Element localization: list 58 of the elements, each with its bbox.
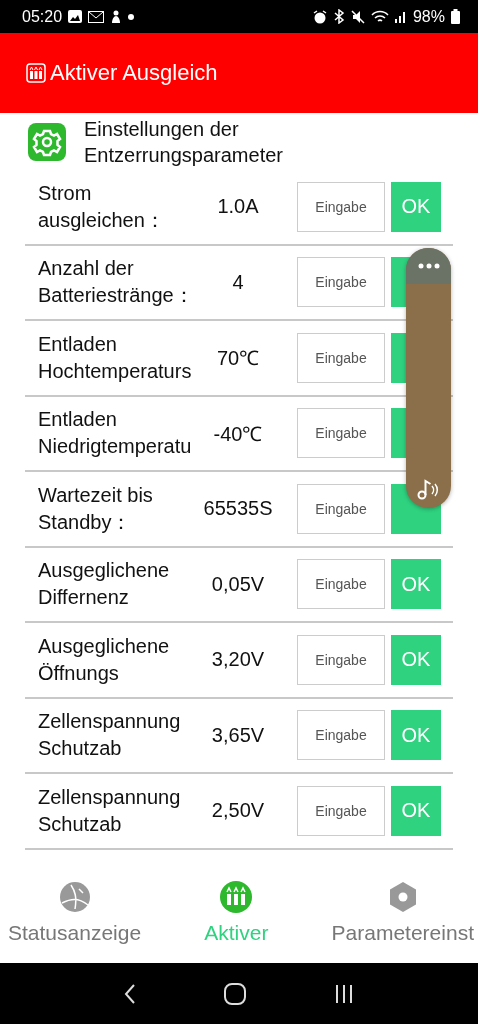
input-field[interactable]: Eingabe bbox=[297, 483, 385, 534]
mute-icon bbox=[350, 9, 365, 24]
battery-pack-icon bbox=[220, 880, 253, 913]
parameter-value: 2,50V bbox=[210, 799, 266, 823]
ok-button[interactable]: OK bbox=[391, 710, 441, 761]
parameter-value: 3,20V bbox=[210, 648, 266, 672]
input-field[interactable]: Eingabe bbox=[297, 785, 385, 836]
ok-button[interactable]: OK bbox=[391, 559, 441, 610]
parameter-value: 4 bbox=[231, 270, 245, 294]
floating-menu[interactable] bbox=[406, 248, 451, 508]
alarm-icon bbox=[312, 9, 327, 24]
figure-icon bbox=[110, 9, 123, 24]
parameter-value: 1.0A bbox=[216, 195, 260, 219]
parameter-label: Entladen Niedrigtemperatu bbox=[38, 407, 193, 460]
input-field[interactable]: Eingabe bbox=[297, 710, 385, 761]
parameter-label: Zellenspannung Schutzab bbox=[38, 709, 182, 762]
parameter-value: -40℃ bbox=[212, 421, 264, 447]
parameter-label: Entladen Hochtemperaturs bbox=[38, 331, 193, 384]
parameter-label: Strom ausgleichen： bbox=[38, 180, 166, 233]
dot-icon bbox=[128, 13, 135, 20]
nav-tab[interactable]: Statusanzeige bbox=[8, 880, 142, 945]
input-field[interactable]: Eingabe bbox=[297, 634, 385, 685]
parameter-value: 70℃ bbox=[215, 346, 261, 372]
nav-tab[interactable]: Parametereinst bbox=[331, 880, 474, 945]
music-note-icon[interactable] bbox=[416, 478, 441, 500]
parameter-label: Anzahl der Batteriestränge： bbox=[38, 256, 195, 309]
back-icon[interactable] bbox=[124, 983, 136, 1004]
parameter-label: Wartezeit bis Standby： bbox=[38, 482, 154, 535]
parameter-value: 3,65V bbox=[210, 723, 266, 747]
settings-icon bbox=[28, 122, 66, 161]
parameter-label: Zellenspannung Schutzab bbox=[38, 784, 182, 837]
input-field[interactable]: Eingabe bbox=[297, 257, 385, 308]
input-field[interactable]: Eingabe bbox=[297, 408, 385, 459]
signal-icon bbox=[394, 10, 407, 23]
globe-icon bbox=[58, 880, 91, 913]
parameter-label: Ausgeglichene Öffnungs bbox=[38, 633, 171, 686]
mail-icon bbox=[88, 10, 105, 23]
input-field[interactable]: Eingabe bbox=[297, 559, 385, 610]
battery-percent: 98% bbox=[412, 7, 445, 26]
ok-button[interactable]: OK bbox=[391, 785, 441, 836]
nav-tab[interactable]: Aktiver bbox=[204, 880, 269, 945]
bluetooth-icon bbox=[332, 9, 345, 24]
battery-pack-icon bbox=[26, 63, 46, 83]
status-time: 05:20 bbox=[22, 7, 63, 26]
parameter-label: Ausgeglichene Differnenz bbox=[38, 558, 171, 611]
more-icon[interactable] bbox=[417, 263, 440, 269]
image-icon bbox=[68, 10, 83, 23]
ok-button[interactable]: OK bbox=[391, 634, 441, 685]
wifi-icon bbox=[370, 9, 389, 24]
battery-icon bbox=[451, 9, 460, 24]
ok-button[interactable]: OK bbox=[391, 181, 441, 232]
parameter-value: 0,05V bbox=[210, 572, 266, 596]
input-field[interactable]: Eingabe bbox=[297, 181, 385, 232]
recents-icon[interactable] bbox=[334, 983, 354, 1004]
home-icon[interactable] bbox=[224, 982, 246, 1005]
section-title: Einstellungen der Entzerrungsparameter bbox=[84, 116, 284, 168]
app-title: Aktiver Ausgleich bbox=[50, 60, 218, 86]
input-field[interactable]: Eingabe bbox=[297, 332, 385, 383]
